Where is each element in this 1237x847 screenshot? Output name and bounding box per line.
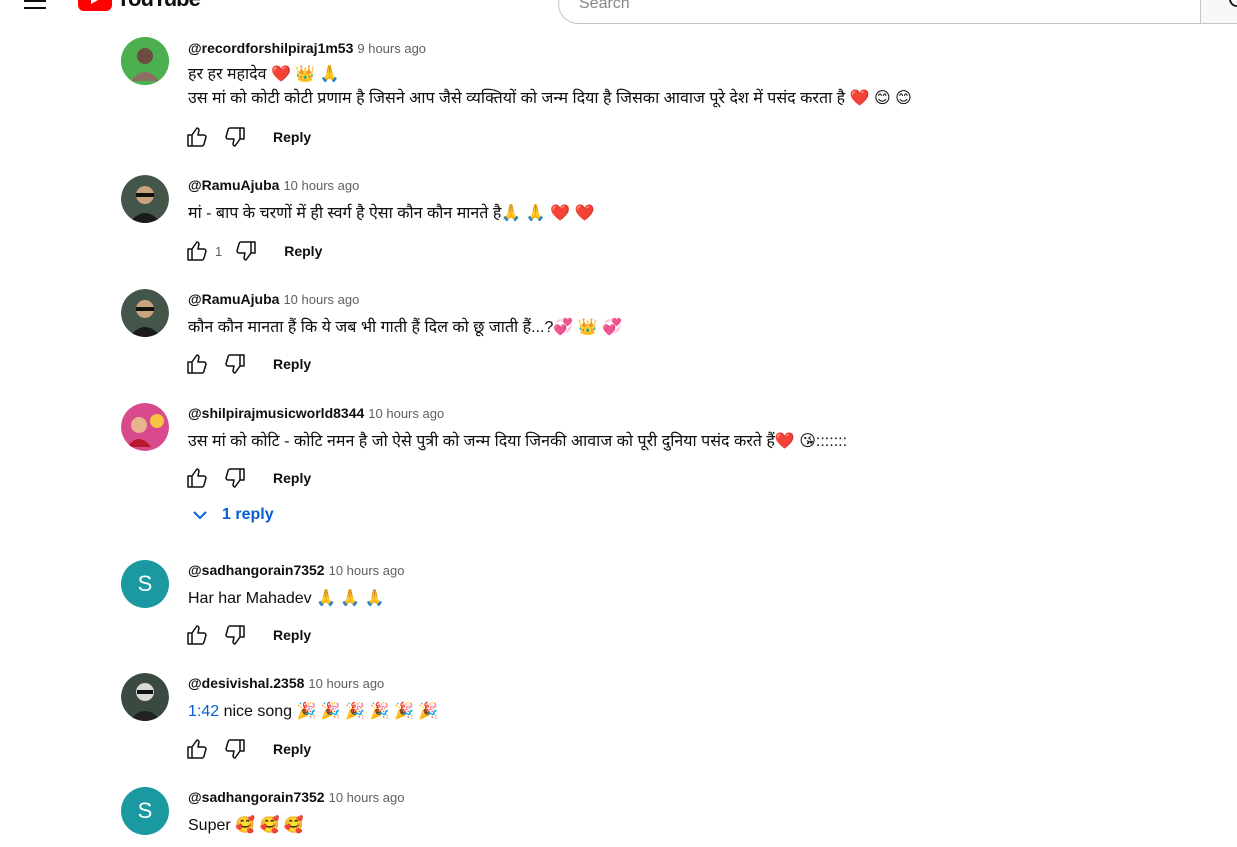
- comment-actions: Reply: [181, 462, 311, 494]
- timestamp-link[interactable]: 1:42: [188, 703, 219, 720]
- reply-button[interactable]: Reply: [273, 129, 311, 145]
- comment-actions: Reply: [181, 121, 311, 153]
- comment-time[interactable]: 10 hours ago: [329, 563, 405, 578]
- avatar[interactable]: [121, 175, 169, 223]
- masthead: YouTube: [0, 0, 1237, 24]
- like-button[interactable]: [181, 462, 213, 494]
- like-button[interactable]: [181, 235, 213, 267]
- avatar-letter: S: [137, 571, 153, 596]
- comment-author[interactable]: @RamuAjuba: [188, 177, 279, 193]
- thumb-down-icon: [225, 625, 245, 645]
- like-count: 1: [215, 243, 223, 259]
- like-button[interactable]: [181, 619, 213, 651]
- comment-text-line: कौन कौन मानता हैं कि ये जब भी गाती हैं द…: [188, 319, 623, 336]
- thumb-up-icon: [187, 739, 207, 759]
- dislike-button[interactable]: [219, 121, 251, 153]
- youtube-logo[interactable]: YouTube: [78, 0, 201, 12]
- avatar[interactable]: S: [121, 560, 169, 608]
- search-input[interactable]: [558, 0, 1200, 24]
- replies-count-label: 1 reply: [222, 506, 274, 523]
- comment-time[interactable]: 10 hours ago: [283, 178, 359, 193]
- avatar-letter: S: [137, 798, 153, 823]
- comment-author[interactable]: @sadhangorain7352: [188, 562, 325, 578]
- avatar-image: [121, 289, 169, 337]
- thumb-up-icon: [187, 468, 207, 488]
- comment-actions: Reply: [181, 619, 311, 651]
- thumb-up-icon: [187, 241, 207, 261]
- comment-text-line: Har har Mahadev 🙏 🙏 🙏: [188, 590, 385, 607]
- comment-text-line: उस मां को कोटि - कोटि नमन है जो ऐसे पुत्…: [188, 433, 848, 450]
- comment-author[interactable]: @desivishal.2358: [188, 675, 304, 691]
- dislike-button[interactable]: [219, 462, 251, 494]
- comment-text-line: Super 🥰 🥰 🥰: [188, 817, 304, 834]
- thumb-down-icon: [225, 354, 245, 374]
- thumb-down-icon: [225, 468, 245, 488]
- comment-time[interactable]: 10 hours ago: [368, 406, 444, 421]
- reply-button[interactable]: Reply: [273, 470, 311, 486]
- comment-text-line: nice song 🎉 🎉 🎉 🎉 🎉 🎉: [219, 703, 439, 720]
- dislike-button[interactable]: [219, 348, 251, 380]
- avatar[interactable]: [121, 673, 169, 721]
- reply-button[interactable]: Reply: [273, 741, 311, 757]
- youtube-play-icon: [78, 0, 112, 11]
- avatar[interactable]: [121, 403, 169, 451]
- dislike-button[interactable]: [219, 619, 251, 651]
- reply-button[interactable]: Reply: [273, 356, 311, 372]
- thumb-down-icon: [225, 739, 245, 759]
- like-button[interactable]: [181, 121, 213, 153]
- thumb-up-icon: [187, 354, 207, 374]
- avatar[interactable]: S: [121, 787, 169, 835]
- comment-time[interactable]: 9 hours ago: [357, 41, 426, 56]
- avatar-image: [121, 403, 169, 451]
- comment-time[interactable]: 10 hours ago: [283, 292, 359, 307]
- menu-icon[interactable]: [24, 0, 48, 17]
- comment-text-line: मां - बाप के चरणों में ही स्वर्ग है ऐसा …: [188, 205, 595, 222]
- reply-button[interactable]: Reply: [273, 627, 311, 643]
- thumb-down-icon: [236, 241, 256, 261]
- like-button[interactable]: [181, 348, 213, 380]
- comment-author[interactable]: @RamuAjuba: [188, 291, 279, 307]
- search-icon: [1229, 0, 1237, 7]
- comment-actions: Reply: [181, 733, 311, 765]
- comment-actions: Reply: [181, 348, 311, 380]
- chevron-down-icon: [193, 511, 207, 520]
- comment-text-line: हर हर महादेव ❤️ 👑 🙏: [188, 66, 340, 83]
- comment-text-line: उस मां को कोटी कोटी प्रणाम है जिसने आप ज…: [188, 90, 912, 107]
- thumb-up-icon: [187, 127, 207, 147]
- search-button[interactable]: [1200, 0, 1237, 24]
- avatar-image: [121, 175, 169, 223]
- logo-text: YouTube: [116, 0, 201, 12]
- thumb-up-icon: [187, 625, 207, 645]
- comment-author[interactable]: @recordforshilpiraj1m53: [188, 40, 353, 56]
- avatar[interactable]: [121, 37, 169, 85]
- avatar-image: [121, 673, 169, 721]
- comment-actions: 1 Reply: [181, 235, 322, 267]
- thumb-down-icon: [225, 127, 245, 147]
- view-replies-button[interactable]: 1 reply: [188, 503, 274, 527]
- comment-author[interactable]: @shilpirajmusicworld8344: [188, 405, 364, 421]
- comment-time[interactable]: 10 hours ago: [329, 790, 405, 805]
- dislike-button[interactable]: [230, 235, 262, 267]
- avatar-image: [121, 37, 169, 85]
- like-button[interactable]: [181, 733, 213, 765]
- reply-button[interactable]: Reply: [284, 243, 322, 259]
- avatar[interactable]: [121, 289, 169, 337]
- comment-author[interactable]: @sadhangorain7352: [188, 789, 325, 805]
- comment-time[interactable]: 10 hours ago: [308, 676, 384, 691]
- dislike-button[interactable]: [219, 733, 251, 765]
